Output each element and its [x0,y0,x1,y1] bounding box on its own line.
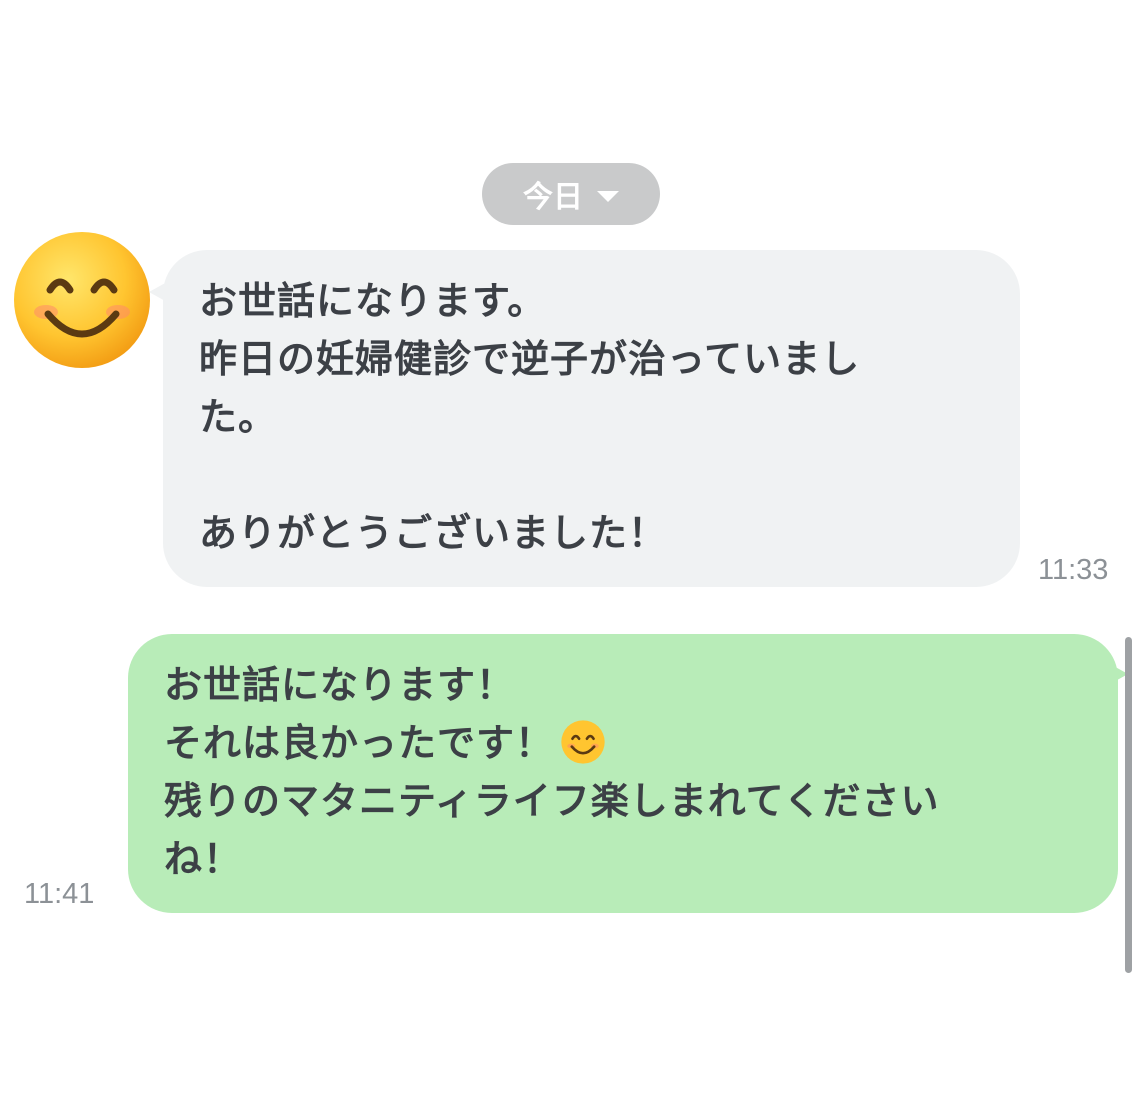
outgoing-timestamp: 11:41 [24,878,95,910]
message-line: 昨日の妊婦健診で逆子が治っていまし [199,337,861,381]
incoming-message-bubble[interactable]: お世話になります。 昨日の妊婦健診で逆子が治っていまし た。 ありがとうございま… [149,250,1020,587]
smiling-face-with-smiling-eyes-icon [561,719,605,764]
scrollbar[interactable] [1125,637,1132,973]
message-line: お世話になります。 [199,279,547,323]
smiling-face-with-smiling-eyes-icon [14,232,150,368]
message-line: ね！ [164,837,243,881]
message-line: 残りのマタニティライフ楽しまれてください [164,779,940,823]
message-line: た。 [199,395,278,439]
incoming-timestamp: 11:33 [1038,554,1109,586]
date-label: 今日 [523,180,583,215]
date-separator[interactable]: 今日 [482,163,660,225]
avatar[interactable] [12,230,152,370]
message-line: お世話になります！ [164,663,516,707]
message-line: それは良かったです！ [164,721,555,765]
chat-screen: 今日 お世話になります。 昨日の妊婦健診で逆子が治っていまし た。 ありがとうご… [0,0,1142,1108]
outgoing-message-bubble[interactable]: お世話になります！ それは良かったです！ 残りのマタニティライフ楽しまれてくださ… [128,634,1128,913]
message-line: ありがとうございました！ [199,511,668,555]
chevron-down-icon [597,190,619,202]
